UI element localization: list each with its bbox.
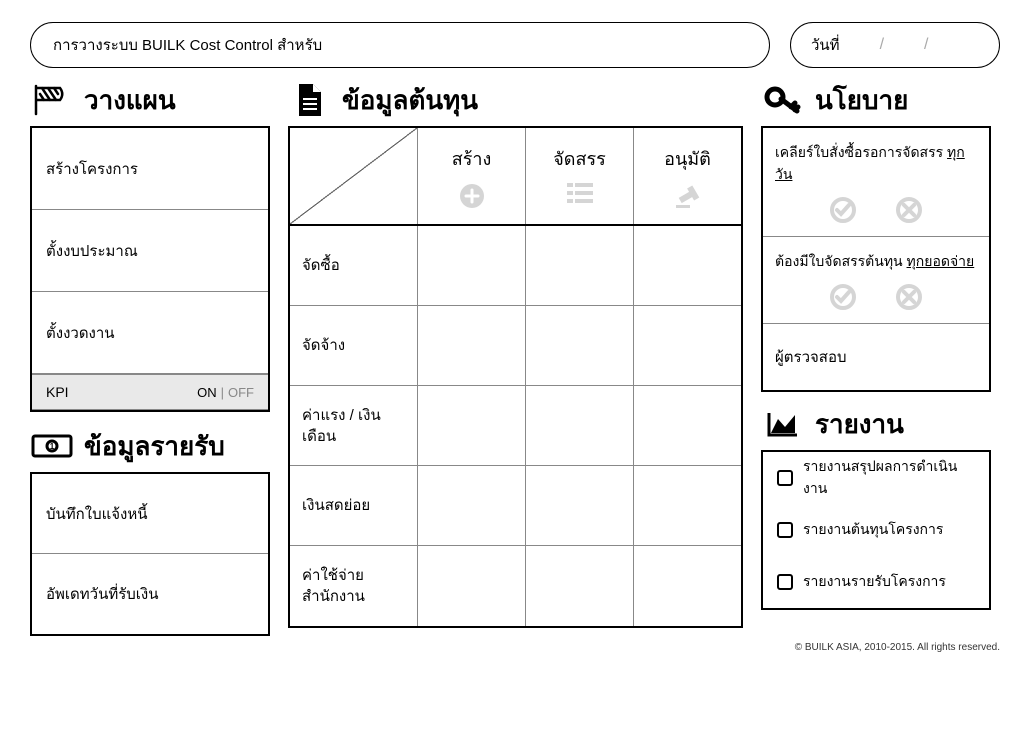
title-text: การวางระบบ BUILK Cost Control สำหรับ <box>53 37 322 54</box>
table-cell[interactable] <box>526 386 634 465</box>
checkbox[interactable] <box>777 574 793 590</box>
cost-table: สร้าง จัดสรร อนุมัติ <box>288 126 743 628</box>
plus-circle-icon <box>457 181 487 209</box>
kpi-row: KPI ON|OFF <box>32 374 268 410</box>
chart-icon <box>761 407 805 441</box>
x-circle-icon[interactable] <box>895 196 923 224</box>
kpi-toggle[interactable]: ON|OFF <box>197 385 254 400</box>
key-icon <box>761 83 805 117</box>
footer-copyright: © BUILK ASIA, 2010-2015. All rights rese… <box>30 642 1000 653</box>
table-cell[interactable] <box>634 386 741 465</box>
kpi-label: KPI <box>46 384 69 400</box>
col-header: อนุมัติ <box>634 128 741 224</box>
plan-item[interactable]: สร้างโครงการ <box>32 128 268 210</box>
list-icon <box>565 181 595 209</box>
check-circle-icon[interactable] <box>829 283 857 311</box>
plan-item[interactable]: ตั้งงวดงาน <box>32 292 268 374</box>
date-label: วันที่ <box>811 33 840 57</box>
checkbox[interactable] <box>777 470 793 486</box>
table-cell[interactable] <box>634 466 741 545</box>
table-cell[interactable] <box>418 386 526 465</box>
table-corner <box>290 128 418 224</box>
table-cell[interactable] <box>634 306 741 385</box>
report-item[interactable]: รายงานรายรับโครงการ <box>763 556 989 608</box>
receipts-box: บันทึกใบแจ้งหนี้ อัพเดทวันที่รับเงิน <box>30 472 270 636</box>
receipts-heading: ข้อมูลรายรับ <box>84 426 225 467</box>
policy-item: เคลียร์ใบสั่งซื้อรอการจัดสรร ทุกวัน <box>763 128 989 237</box>
table-cell[interactable] <box>418 466 526 545</box>
date-field[interactable]: วันที่ // <box>790 22 1000 68</box>
plan-heading: วางแผน <box>84 80 176 121</box>
table-cell[interactable] <box>634 546 741 626</box>
plan-box: สร้างโครงการ ตั้งงบประมาณ ตั้งงวดงาน KPI… <box>30 126 270 412</box>
table-cell[interactable] <box>526 226 634 305</box>
table-cell[interactable] <box>418 226 526 305</box>
reports-box: รายงานสรุปผลการดำเนินงาน รายงานต้นทุนโคร… <box>761 450 991 610</box>
table-cell[interactable] <box>634 226 741 305</box>
plan-item[interactable]: ตั้งงบประมาณ <box>32 210 268 292</box>
col-header: จัดสรร <box>526 128 634 224</box>
table-cell[interactable] <box>526 546 634 626</box>
table-cell[interactable] <box>526 466 634 545</box>
table-row: ค่าใช้จ่ายสำนักงาน <box>290 546 741 626</box>
table-row: จัดจ้าง <box>290 306 741 386</box>
policy-box: เคลียร์ใบสั่งซื้อรอการจัดสรร ทุกวัน ต้อง… <box>761 126 991 392</box>
flag-icon <box>30 83 74 117</box>
table-cell[interactable] <box>526 306 634 385</box>
cost-heading: ข้อมูลต้นทุน <box>342 80 478 121</box>
document-icon <box>288 83 332 117</box>
x-circle-icon[interactable] <box>895 283 923 311</box>
svg-text:1: 1 <box>50 442 55 451</box>
gavel-icon <box>673 181 703 209</box>
table-row: ค่าแรง / เงินเดือน <box>290 386 741 466</box>
check-circle-icon[interactable] <box>829 196 857 224</box>
reports-heading: รายงาน <box>815 404 904 445</box>
table-cell[interactable] <box>418 546 526 626</box>
policy-heading: นโยบาย <box>815 80 908 121</box>
inspector-field[interactable]: ผู้ตรวจสอบ <box>763 324 989 390</box>
title-field[interactable]: การวางระบบ BUILK Cost Control สำหรับ <box>30 22 770 68</box>
table-cell[interactable] <box>418 306 526 385</box>
report-item[interactable]: รายงานสรุปผลการดำเนินงาน <box>763 452 989 504</box>
policy-item: ต้องมีใบจัดสรรต้นทุน ทุกยอดจ่าย <box>763 237 989 324</box>
report-item[interactable]: รายงานต้นทุนโครงการ <box>763 504 989 556</box>
receipts-item[interactable]: บันทึกใบแจ้งหนี้ <box>32 474 268 554</box>
table-row: เงินสดย่อย <box>290 466 741 546</box>
money-icon: 1 <box>30 429 74 463</box>
table-row: จัดซื้อ <box>290 226 741 306</box>
col-header: สร้าง <box>418 128 526 224</box>
receipts-item[interactable]: อัพเดทวันที่รับเงิน <box>32 554 268 634</box>
checkbox[interactable] <box>777 522 793 538</box>
